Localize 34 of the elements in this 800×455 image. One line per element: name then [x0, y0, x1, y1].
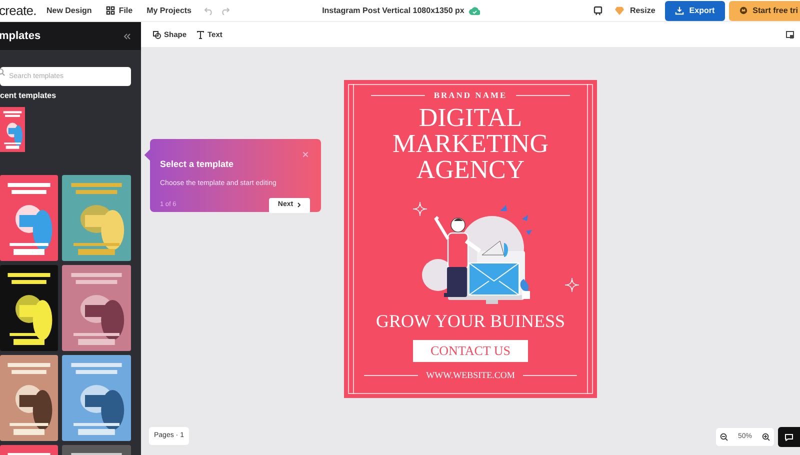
menu-item[interactable]: File [106, 4, 133, 16]
present-icon[interactable] [592, 6, 603, 16]
headline-line: DIGITAL [418, 104, 522, 131]
resize-button[interactable]: Resize [614, 4, 656, 16]
text-icon [196, 30, 204, 38]
website: WWW.WEBSITE.COM [426, 368, 515, 382]
shape-icon [153, 30, 161, 38]
sparkle-icon [412, 200, 428, 217]
export-button[interactable]: Export [665, 0, 725, 20]
search-icon [0, 68, 6, 76]
grid-icon [106, 6, 115, 15]
trial-button[interactable]: Start free tri [728, 0, 800, 20]
zoom-out-icon[interactable] [720, 433, 728, 441]
menu-item[interactable]: New Design [46, 4, 92, 16]
brand-name: BRAND NAME [434, 89, 508, 102]
diamond-icon [614, 6, 624, 15]
sparkle-icon [564, 276, 580, 293]
tooltip-title: Select a template [160, 158, 234, 171]
collapse-icon[interactable] [123, 32, 131, 40]
tagline: GROW YOUR BUINESS [376, 310, 566, 333]
crown-icon [738, 6, 748, 15]
document-title[interactable]: Instagram Post Vertical 1080x1350 px [322, 4, 464, 16]
feedback-button[interactable] [778, 427, 800, 447]
headline-line: AGENCY [416, 156, 525, 183]
zoom-in-icon[interactable] [762, 433, 770, 441]
panel-toggle-icon[interactable] [786, 30, 794, 38]
headline-line: MARKETING [392, 130, 548, 157]
chat-icon [785, 434, 793, 440]
panel-title: mplates [0, 28, 41, 44]
download-icon [675, 6, 684, 15]
menu-item[interactable]: My Projects [146, 4, 192, 16]
section-heading: cent templates [0, 90, 58, 102]
cloud-check-icon [469, 6, 480, 14]
chevron-icon [297, 202, 302, 208]
